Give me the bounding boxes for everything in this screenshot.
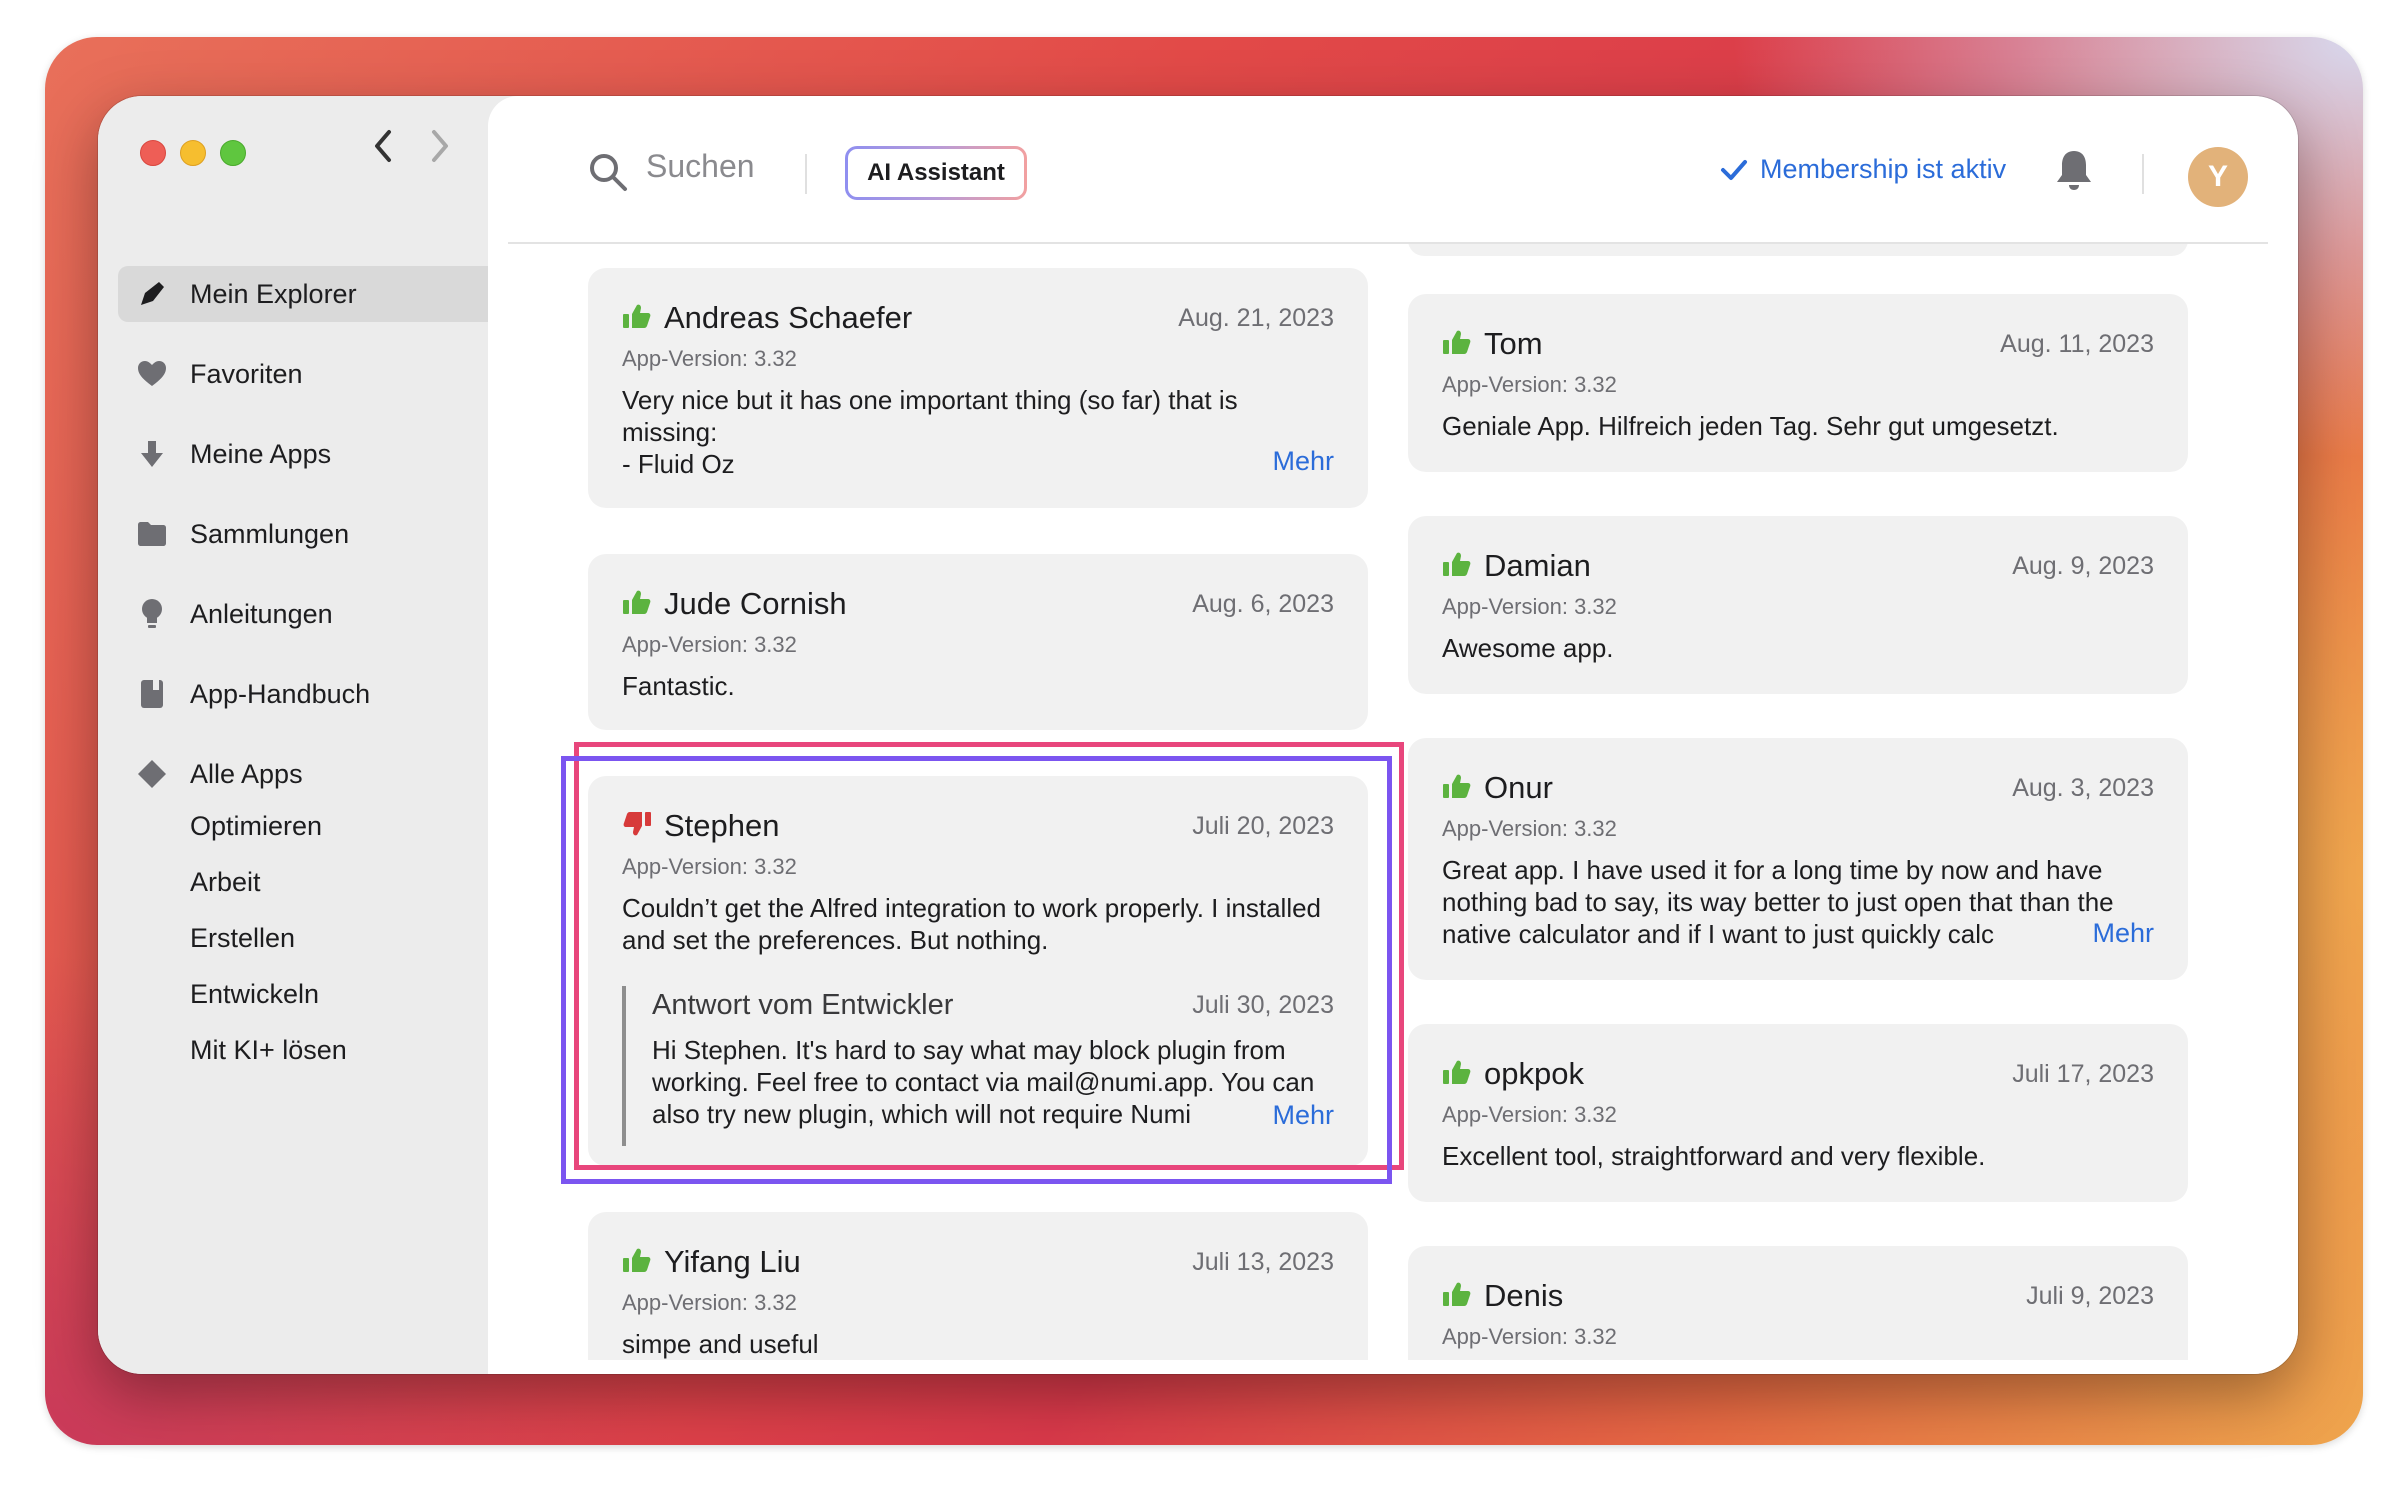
sidebar-item-alle-apps[interactable]: Alle Apps	[118, 746, 512, 802]
thumbs-up-icon	[1442, 1281, 1472, 1312]
back-arrow-icon[interactable]	[371, 126, 395, 178]
review-date: Aug. 11, 2023	[2000, 329, 2154, 358]
sidebar-item-sammlungen[interactable]: Sammlungen	[118, 506, 512, 562]
app-version: App-Version: 3.32	[1442, 372, 1617, 397]
lightbulb-icon	[132, 598, 172, 630]
divider	[805, 154, 807, 194]
reviewer-name: Andreas Schaefer	[664, 300, 913, 335]
divider	[2142, 154, 2144, 194]
search-icon[interactable]	[588, 152, 628, 197]
reviewer-name: Damian	[1484, 548, 1591, 583]
pen-icon	[132, 279, 172, 309]
avatar[interactable]: Y	[2188, 147, 2248, 207]
bell-icon[interactable]	[2054, 148, 2094, 197]
review-text: Great app. I have used it for a long tim…	[1442, 855, 2114, 949]
search-input[interactable]: Suchen	[646, 148, 755, 185]
app-version: App-Version: 3.32	[622, 346, 797, 371]
ai-assistant-label: AI Assistant	[848, 149, 1024, 197]
review-date: Juli 13, 2023	[1192, 1247, 1334, 1276]
folder-icon	[132, 521, 172, 547]
sidebar-subitem-optimieren[interactable]: Optimieren	[190, 811, 322, 842]
top-bar: Suchen AI Assistant Membership ist aktiv…	[488, 96, 2298, 242]
review-card: Tom Aug. 11, 2023 App-Version: 3.32 Geni…	[1408, 294, 2188, 472]
sidebar-item-label: Anleitungen	[190, 598, 333, 629]
review-date: Juli 17, 2023	[2012, 1059, 2154, 1088]
review-card: Andreas Schaefer Aug. 21, 2023 App-Versi…	[588, 268, 1368, 508]
reviewer-name: Yifang Liu	[664, 1244, 801, 1279]
review-date: Aug. 3, 2023	[2012, 773, 2154, 802]
membership-status[interactable]: Membership ist aktiv	[1720, 154, 2006, 185]
review-card: Onur Aug. 3, 2023 App-Version: 3.32 Grea…	[1408, 738, 2188, 980]
sidebar-item-favoriten[interactable]: Favoriten	[118, 346, 512, 402]
membership-label: Membership ist aktiv	[1760, 154, 2007, 184]
review-card: Denis Juli 9, 2023 App-Version: 3.32	[1408, 1246, 2188, 1360]
thumbs-up-icon	[622, 589, 652, 620]
thumbs-up-icon	[622, 1247, 652, 1278]
thumbs-up-icon	[1442, 329, 1472, 360]
review-card: Jude Cornish Aug. 6, 2023 App-Version: 3…	[588, 554, 1368, 730]
close-window-button[interactable]	[140, 140, 166, 166]
review-card: Yifang Liu Juli 13, 2023 App-Version: 3.…	[588, 1212, 1368, 1360]
sidebar-item-label: Mein Explorer	[190, 278, 357, 309]
thumbs-up-icon	[1442, 1059, 1472, 1090]
review-text: Excellent tool, straightforward and very…	[1442, 1141, 1986, 1171]
sidebar-item-label: App-Handbuch	[190, 678, 371, 709]
review-card-partial	[1408, 244, 2188, 256]
download-arrow-icon	[132, 439, 172, 469]
sidebar-item-label: Meine Apps	[190, 438, 332, 469]
app-version: App-Version: 3.32	[1442, 1324, 1617, 1349]
review-date: Juli 9, 2023	[2026, 1281, 2154, 1310]
heart-icon	[132, 360, 172, 388]
thumbs-up-icon	[622, 303, 652, 334]
sidebar-item-app-handbuch[interactable]: App-Handbuch	[118, 666, 512, 722]
more-link[interactable]: Mehr	[2086, 918, 2154, 949]
diamond-icon	[132, 759, 172, 789]
app-version: App-Version: 3.32	[622, 632, 797, 657]
review-card: Damian Aug. 9, 2023 App-Version: 3.32 Aw…	[1408, 516, 2188, 694]
review-text: simpe and useful	[622, 1329, 819, 1359]
reviewer-name: Jude Cornish	[664, 586, 847, 621]
reviewer-name: Denis	[1484, 1278, 1564, 1313]
sidebar-item-label: Alle Apps	[190, 758, 303, 789]
sidebar-item-label: Sammlungen	[190, 518, 350, 549]
sidebar-subitem-mit-ki-loesen[interactable]: Mit KI+ lösen	[190, 1035, 347, 1066]
zoom-window-button[interactable]	[220, 140, 246, 166]
review-date: Aug. 9, 2023	[2012, 551, 2154, 580]
highlight-box-purple	[561, 756, 1392, 1184]
sidebar-item-meine-apps[interactable]: Meine Apps	[118, 426, 512, 482]
review-text: Geniale App. Hilfreich jeden Tag. Sehr g…	[1442, 411, 2059, 441]
app-version: App-Version: 3.32	[1442, 594, 1617, 619]
review-text: Awesome app.	[1442, 633, 1614, 663]
reviewer-name: Onur	[1484, 770, 1553, 805]
sidebar-item-mein-explorer[interactable]: Mein Explorer	[118, 266, 512, 322]
review-date: Aug. 21, 2023	[1178, 303, 1334, 332]
review-text: Very nice but it has one important thing…	[622, 385, 1238, 479]
sidebar-subitem-erstellen[interactable]: Erstellen	[190, 923, 295, 954]
review-card: opkpok Juli 17, 2023 App-Version: 3.32 E…	[1408, 1024, 2188, 1202]
minimize-window-button[interactable]	[180, 140, 206, 166]
book-icon	[132, 679, 172, 709]
app-version: App-Version: 3.32	[1442, 816, 1617, 841]
ai-assistant-button[interactable]: AI Assistant	[845, 146, 1027, 200]
sidebar-item-anleitungen[interactable]: Anleitungen	[118, 586, 512, 642]
app-version: App-Version: 3.32	[1442, 1102, 1617, 1127]
checkmark-icon	[1721, 159, 1747, 180]
sidebar-item-label: Favoriten	[190, 358, 303, 389]
review-date: Aug. 6, 2023	[1192, 589, 1334, 618]
thumbs-up-icon	[1442, 773, 1472, 804]
reviewer-name: opkpok	[1484, 1056, 1584, 1091]
sidebar-subitem-entwickeln[interactable]: Entwickeln	[190, 979, 319, 1010]
reviewer-name: Tom	[1484, 326, 1543, 361]
sidebar-subitem-arbeit[interactable]: Arbeit	[190, 867, 261, 898]
more-link[interactable]: Mehr	[1266, 446, 1334, 477]
review-text: Fantastic.	[622, 671, 735, 701]
sidebar: Mein Explorer Favoriten Meine Apps Samml…	[98, 96, 512, 1374]
thumbs-up-icon	[1442, 551, 1472, 582]
app-version: App-Version: 3.32	[622, 1290, 797, 1315]
forward-arrow-icon[interactable]	[428, 126, 452, 178]
